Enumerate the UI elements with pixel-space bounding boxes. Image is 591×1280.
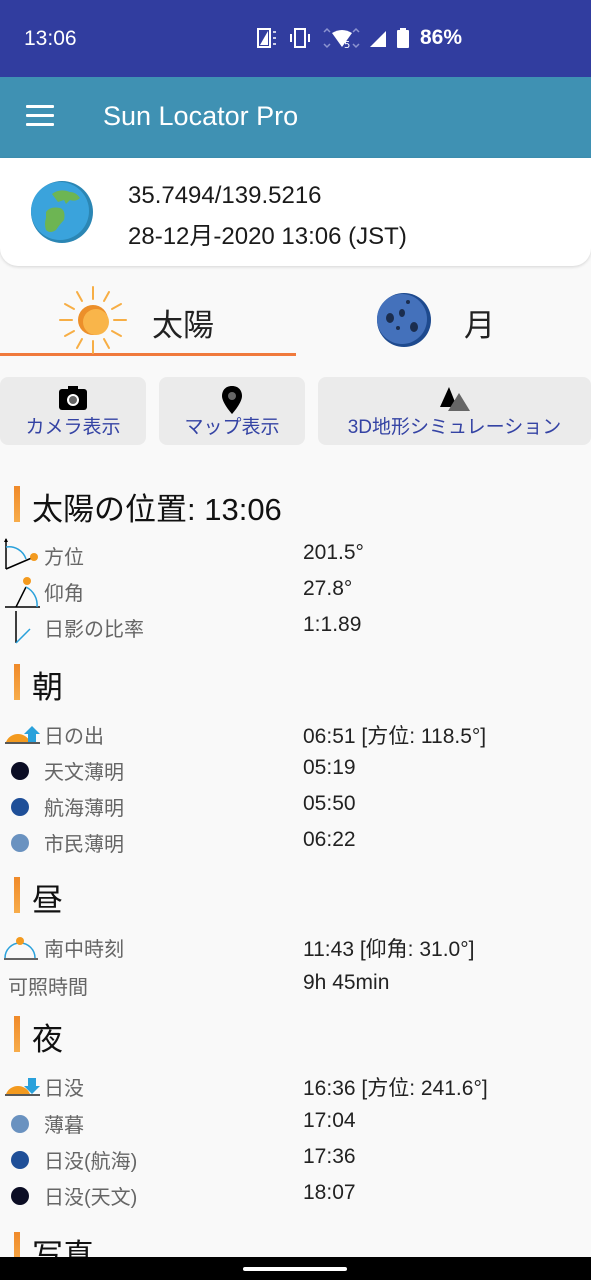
hamburger-menu-icon[interactable]: [26, 105, 54, 127]
tab-sun-label: 太陽: [152, 308, 214, 343]
astronomical-dot-icon: [11, 762, 29, 780]
svg-text:5: 5: [344, 40, 350, 49]
section-accent-bar: [14, 486, 20, 522]
row-elevation: 仰角 27.8°: [0, 573, 591, 608]
row-astronomical-twilight: 天文薄明 05:19: [0, 752, 591, 786]
section-noon: 昼: [0, 873, 290, 918]
row-dusk: 薄暮 17:04: [0, 1105, 591, 1139]
civil-dot-icon: [11, 834, 29, 852]
sun-icon: [59, 286, 127, 354]
location-card[interactable]: 35.7494/139.5216 28-12月-2020 13:06 (JST): [0, 158, 591, 266]
section-accent-bar: [14, 664, 20, 700]
status-icons: 5 86%: [256, 26, 462, 50]
mountain-icon: [439, 387, 470, 411]
sunset-icon: [5, 1078, 40, 1096]
solar-noon-value: 11:43 [仰角: 31.0°]: [303, 938, 475, 961]
app-bar: Sun Locator Pro: [0, 77, 591, 158]
row-sunrise: 日の出 06:51 [方位: 118.5°]: [0, 716, 591, 750]
azimuth-label: 方位: [44, 547, 84, 569]
sunset-astronomical-label: 日没(天文): [44, 1187, 138, 1209]
section-accent-bar: [14, 877, 20, 913]
sunrise-icon: [5, 726, 40, 744]
3d-terrain-button[interactable]: 3D地形シミュレーション: [318, 377, 591, 445]
system-nav-bar: [0, 1257, 591, 1280]
astronomical-twilight-label: 天文薄明: [44, 762, 124, 784]
action-row: カメラ表示 マップ表示 3D地形シミュレーション: [0, 377, 591, 445]
solar-noon-label: 南中時刻: [44, 939, 124, 961]
civil-dot-icon: [11, 1115, 29, 1133]
azimuth-icon: [4, 538, 38, 570]
vibrate-icon: [290, 28, 310, 48]
wifi-icon: 5: [323, 27, 360, 49]
app-title: Sun Locator Pro: [103, 101, 299, 131]
nautical-twilight-label: 航海薄明: [44, 798, 124, 820]
section-morning: 朝: [0, 660, 290, 705]
battery-percent: 86%: [420, 26, 463, 49]
astronomical-twilight-value: 05:19: [303, 756, 356, 779]
sunset-value: 16:36 [方位: 241.6°]: [303, 1077, 488, 1100]
row-daylight-hours: 可照時間 9h 45min: [0, 967, 591, 1001]
nautical-dot-icon: [11, 798, 29, 816]
elevation-icon: [5, 577, 40, 608]
dusk-label: 薄暮: [44, 1115, 84, 1137]
map-view-button[interactable]: マップ表示: [159, 377, 305, 445]
sunrise-label: 日の出: [44, 726, 104, 748]
row-sunset-nautical: 日没(航海) 17:36: [0, 1141, 591, 1175]
moon-icon: [377, 293, 431, 347]
status-bar: 13:06 5 86%: [0, 0, 591, 77]
row-sunset: 日没 16:36 [方位: 241.6°]: [0, 1068, 591, 1102]
section-title: 朝: [32, 670, 63, 705]
daylight-hours-label: 可照時間: [8, 977, 88, 999]
battery-icon: [397, 28, 409, 48]
nautical-dot-icon: [11, 1151, 29, 1169]
section-night: 夜: [0, 1012, 290, 1057]
section-title: 夜: [32, 1022, 63, 1057]
sunset-astronomical-value: 18:07: [303, 1181, 356, 1204]
camera-view-label: カメラ表示: [25, 417, 121, 438]
solar-noon-icon: [4, 937, 38, 960]
sunset-nautical-label: 日没(航海): [44, 1151, 138, 1173]
shadow-ratio-icon: [15, 611, 31, 644]
location-datetime: 28-12月-2020 13:06 (JST): [128, 223, 407, 250]
map-pin-icon: [222, 386, 242, 414]
row-shadow-ratio: 日影の比率 1:1.89: [0, 609, 591, 644]
astronomical-dot-icon: [11, 1187, 29, 1205]
sunset-nautical-value: 17:36: [303, 1145, 356, 1168]
map-view-label: マップ表示: [184, 417, 280, 438]
row-sunset-astronomical: 日没(天文) 18:07: [0, 1177, 591, 1211]
location-coordinates: 35.7494/139.5216: [128, 182, 322, 209]
row-solar-noon: 南中時刻 11:43 [仰角: 31.0°]: [0, 929, 591, 963]
dusk-value: 17:04: [303, 1109, 356, 1132]
civil-twilight-label: 市民薄明: [44, 834, 124, 856]
tab-moon-label: 月: [464, 308, 495, 343]
row-nautical-twilight: 航海薄明 05:50: [0, 788, 591, 822]
row-civil-twilight: 市民薄明 06:22: [0, 824, 591, 858]
sunrise-value: 06:51 [方位: 118.5°]: [303, 725, 487, 748]
tab-moon[interactable]: 月: [296, 280, 591, 356]
nautical-twilight-value: 05:50: [303, 792, 356, 815]
signal-icon: [370, 31, 386, 47]
sun-moon-tabs: 太陽 月: [0, 280, 591, 358]
sunset-label: 日没: [44, 1078, 84, 1100]
shadow-ratio-label: 日影の比率: [44, 619, 144, 641]
camera-view-button[interactable]: カメラ表示: [0, 377, 146, 445]
section-title: 昼: [32, 883, 63, 918]
status-time: 13:06: [24, 27, 77, 50]
elevation-value: 27.8°: [303, 577, 353, 600]
tab-sun[interactable]: 太陽: [0, 280, 296, 356]
daylight-hours-value: 9h 45min: [303, 971, 390, 994]
azimuth-value: 201.5°: [303, 541, 364, 564]
section-sun-position: 太陽の位置: 13:06: [0, 482, 591, 527]
home-gesture-handle[interactable]: [243, 1267, 347, 1271]
section-title: 太陽の位置: 13:06: [32, 492, 282, 527]
camera-icon: [59, 386, 87, 410]
screen-rotate-icon: [257, 28, 276, 48]
globe-icon: [31, 181, 93, 243]
elevation-label: 仰角: [44, 583, 84, 605]
row-azimuth: 方位 201.5°: [0, 537, 591, 571]
3d-terrain-label: 3D地形シミュレーション: [347, 417, 562, 438]
civil-twilight-value: 06:22: [303, 828, 356, 851]
shadow-ratio-value: 1:1.89: [303, 613, 362, 636]
section-accent-bar: [14, 1016, 20, 1052]
